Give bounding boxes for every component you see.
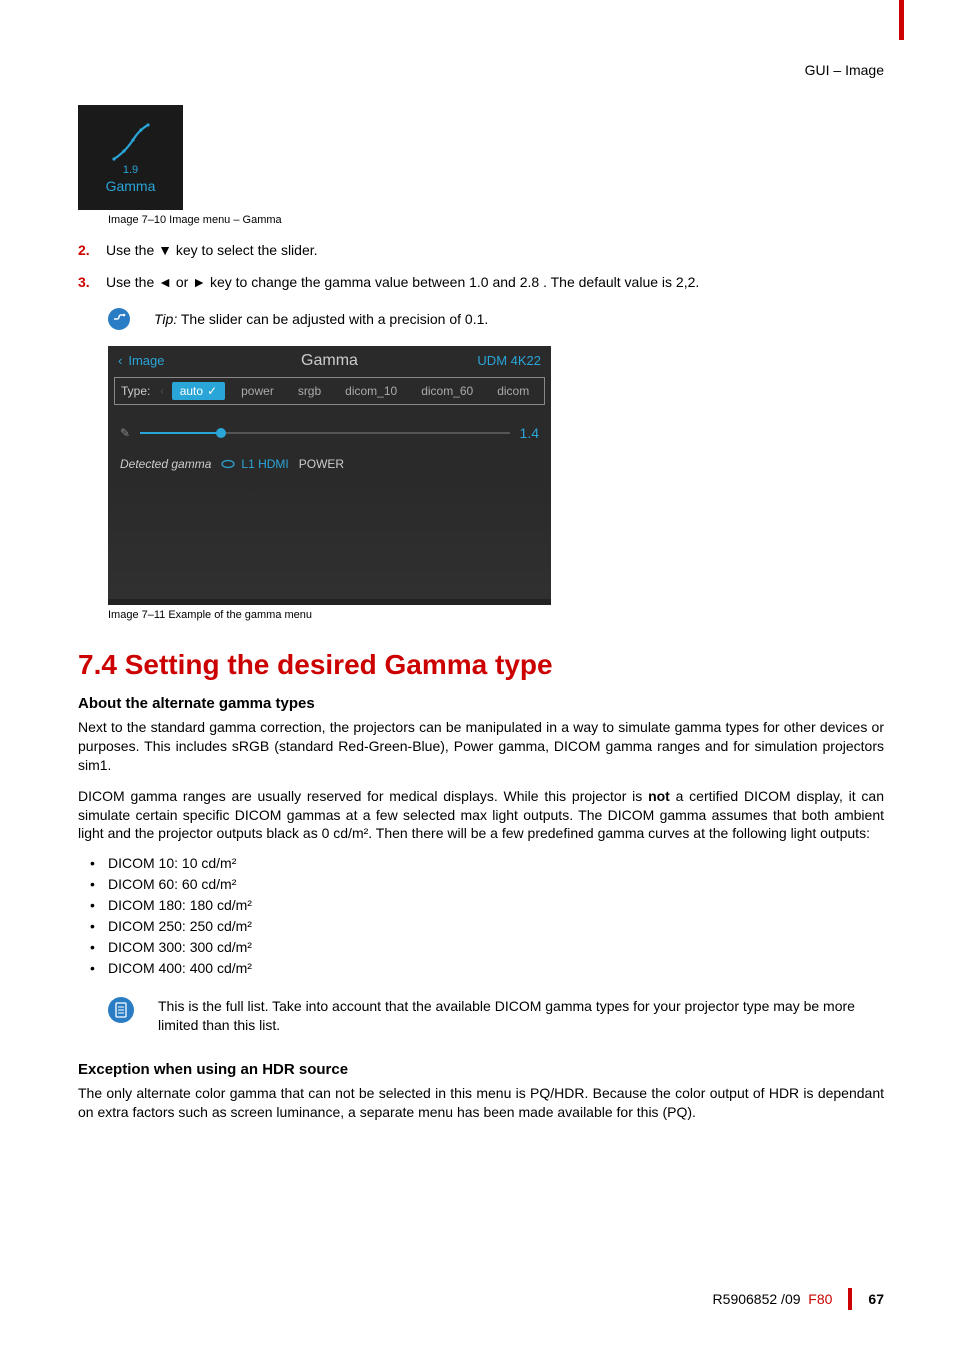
chevron-left-icon: ‹ <box>118 353 122 368</box>
gamma-curve-icon <box>111 122 151 162</box>
panel-title: Gamma <box>301 352 358 370</box>
slider-fill <box>140 432 221 434</box>
type-option-auto[interactable]: auto✓ <box>172 382 225 400</box>
panel-empty-area <box>108 479 551 599</box>
type-label: Type: <box>119 384 152 398</box>
list-item: DICOM 300: 300 cd/m² <box>108 937 884 958</box>
dicom-list: DICOM 10: 10 cd/m² DICOM 60: 60 cd/m² DI… <box>78 853 884 979</box>
list-item: DICOM 10: 10 cd/m² <box>108 853 884 874</box>
step-number: 3. <box>78 274 96 290</box>
page-footer: R5906852 /09 F80 67 <box>713 1288 884 1310</box>
step-text: Use the ▼ key to select the slider. <box>106 242 318 258</box>
chevron-left-icon[interactable]: ‹ <box>160 386 163 397</box>
panel-footer-bar <box>108 599 551 605</box>
source-icon <box>221 459 235 469</box>
list-item: DICOM 60: 60 cd/m² <box>108 874 884 895</box>
gamma-icon-label: Gamma <box>106 178 156 194</box>
detected-gamma-row: Detected gamma L1 HDMI POWER <box>108 449 551 479</box>
image-caption-7-11: Image 7–11 Example of the gamma menu <box>108 609 884 621</box>
check-icon: ✓ <box>207 384 217 398</box>
gamma-slider-value: 1.4 <box>520 425 539 441</box>
tip-row: Tip: The slider can be adjusted with a p… <box>108 308 884 330</box>
type-option-dicom[interactable]: dicom <box>489 382 537 400</box>
tip-text: Tip: The slider can be adjusted with a p… <box>154 311 488 327</box>
paragraph: Next to the standard gamma correction, t… <box>78 718 884 775</box>
image-caption-7-10: Image 7–10 Image menu – Gamma <box>108 214 884 226</box>
tip-icon <box>108 308 130 330</box>
detected-mode: POWER <box>299 457 344 471</box>
type-option-dicom10[interactable]: dicom_10 <box>337 382 405 400</box>
back-button[interactable]: ‹ Image <box>118 353 164 368</box>
subheading-about: About the alternate gamma types <box>78 695 884 712</box>
section-heading: 7.4 Setting the desired Gamma type <box>78 649 884 681</box>
model-label: UDM 4K22 <box>477 353 541 368</box>
detected-label: Detected gamma <box>120 457 211 471</box>
step-3: 3. Use the ◄ or ► key to change the gamm… <box>78 274 884 290</box>
breadcrumb: GUI – Image <box>805 62 884 78</box>
subheading-exception: Exception when using an HDR source <box>78 1061 884 1078</box>
back-label: Image <box>128 353 164 368</box>
step-text: Use the ◄ or ► key to change the gamma v… <box>106 274 699 290</box>
type-option-dicom60[interactable]: dicom_60 <box>413 382 481 400</box>
step-2: 2. Use the ▼ key to select the slider. <box>78 242 884 258</box>
paragraph: The only alternate color gamma that can … <box>78 1084 884 1122</box>
note-icon <box>108 997 134 1023</box>
gamma-menu-panel: ‹ Image Gamma UDM 4K22 Type: ‹ auto✓ pow… <box>108 346 551 605</box>
type-option-power[interactable]: power <box>233 382 282 400</box>
gamma-slider-row[interactable]: ✎ 1.4 <box>108 407 551 449</box>
detected-source: L1 HDMI <box>221 457 288 471</box>
type-option-srgb[interactable]: srgb <box>290 382 329 400</box>
gamma-slider-track[interactable] <box>140 432 509 434</box>
note-row: This is the full list. Take into account… <box>108 997 884 1035</box>
footer-doc-code: R5906852 /09 F80 <box>713 1291 833 1307</box>
edit-icon: ✎ <box>120 426 130 440</box>
step-number: 2. <box>78 242 96 258</box>
gamma-icon-tile: 1.9 Gamma <box>78 105 183 210</box>
page-number: 67 <box>868 1291 884 1307</box>
footer-bar <box>848 1288 852 1310</box>
type-selector-row[interactable]: Type: ‹ auto✓ power srgb dicom_10 dicom_… <box>114 377 545 405</box>
red-header-stripe <box>899 0 904 40</box>
list-item: DICOM 180: 180 cd/m² <box>108 895 884 916</box>
note-text: This is the full list. Take into account… <box>158 997 884 1035</box>
gamma-icon-value: 1.9 <box>123 164 138 176</box>
list-item: DICOM 400: 400 cd/m² <box>108 958 884 979</box>
paragraph: DICOM gamma ranges are usually reserved … <box>78 787 884 844</box>
slider-thumb[interactable] <box>216 428 226 438</box>
list-item: DICOM 250: 250 cd/m² <box>108 916 884 937</box>
